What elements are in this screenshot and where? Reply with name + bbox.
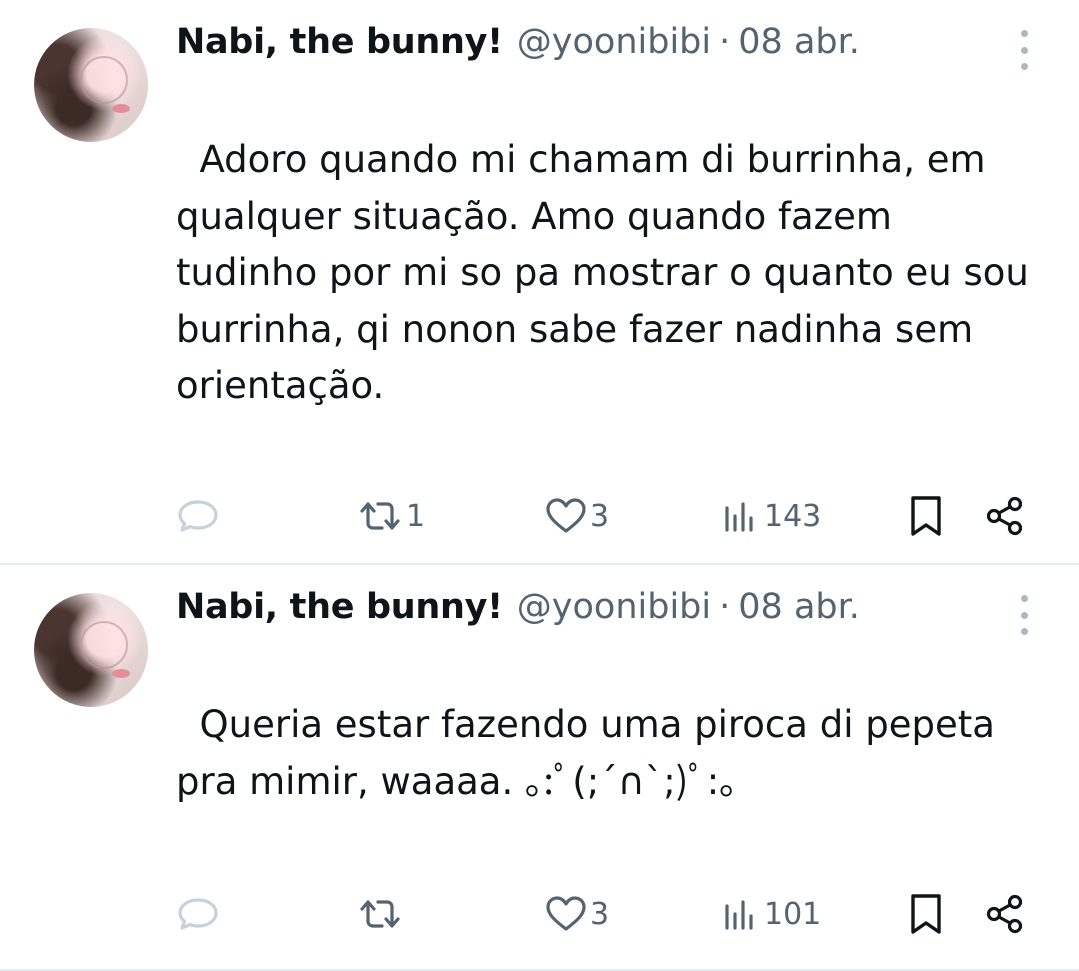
bookmark-button[interactable]: [906, 491, 946, 541]
tweet-text-line: tudinho por mi so pa mostrar o quanto eu…: [176, 251, 1029, 294]
author-name[interactable]: Nabi, the bunny!: [176, 22, 503, 62]
header-separator: ·: [719, 587, 731, 627]
views-count: 101: [764, 896, 822, 932]
tweet-text-line: Queria estar fazendo uma piroca di pepet…: [176, 703, 995, 746]
views-button[interactable]: 143: [722, 491, 821, 541]
share-button[interactable]: [984, 889, 1026, 939]
header-separator: ·: [719, 22, 731, 62]
avatar[interactable]: [34, 593, 148, 707]
tweet-actions: 3 101: [0, 889, 1079, 939]
retweet-icon: [360, 502, 400, 530]
tweet[interactable]: Nabi, the bunny! @yoonibibi · 08 abr. Qu…: [0, 565, 1079, 971]
avatar-lip-detail: [112, 104, 130, 113]
tweet-actions: 1 3 143: [0, 491, 1079, 541]
avatar-lip-detail: [112, 669, 130, 678]
author-handle[interactable]: @yoonibibi: [517, 22, 711, 62]
tweet[interactable]: Nabi, the bunny! @yoonibibi · 08 abr. Ad…: [0, 0, 1079, 565]
more-options-icon[interactable]: [1014, 30, 1034, 70]
views-chart-icon: [725, 502, 753, 532]
retweet-count: 1: [406, 498, 426, 534]
avatar[interactable]: [34, 28, 148, 142]
share-icon: [986, 894, 1023, 934]
views-chart-icon: [725, 900, 753, 930]
like-button[interactable]: 3: [544, 889, 609, 939]
author-name[interactable]: Nabi, the bunny!: [176, 587, 503, 627]
tweet-header: Nabi, the bunny! @yoonibibi · 08 abr.: [176, 22, 860, 72]
tweet-text: Queria estar fazendo uma piroca di pepet…: [176, 697, 1056, 810]
author-handle[interactable]: @yoonibibi: [517, 587, 711, 627]
tweet-text-line: burrinha, qi nonon sabe fazer nadinha se…: [176, 307, 974, 351]
share-icon: [986, 496, 1023, 536]
more-options-icon[interactable]: [1014, 595, 1034, 635]
tweet-text-line: Adoro quando mi chamam di burrinha, em: [176, 138, 986, 181]
tweet-date[interactable]: 08 abr.: [738, 587, 860, 627]
like-count: 3: [590, 896, 610, 932]
avatar-glasses-detail: [80, 56, 128, 104]
tweet-text-line: qualquer situação. Amo quando fazem: [176, 194, 892, 238]
like-count: 3: [590, 498, 610, 534]
reply-button[interactable]: [176, 889, 220, 939]
retweet-button[interactable]: 1: [356, 491, 425, 541]
bookmark-icon: [911, 894, 941, 934]
avatar-glasses-detail: [80, 621, 128, 669]
reply-button[interactable]: [176, 491, 220, 541]
heart-icon: [546, 498, 586, 533]
retweet-button[interactable]: [356, 889, 406, 939]
share-button[interactable]: [984, 491, 1026, 541]
tweet-date[interactable]: 08 abr.: [738, 22, 860, 62]
views-button[interactable]: 101: [722, 889, 821, 939]
like-button[interactable]: 3: [544, 491, 609, 541]
reply-icon: [178, 500, 218, 532]
tweet-text: Adoro quando mi chamam di burrinha, em q…: [176, 132, 1056, 415]
tweet-header: Nabi, the bunny! @yoonibibi · 08 abr.: [176, 587, 860, 637]
bookmark-button[interactable]: [906, 889, 946, 939]
views-count: 143: [764, 498, 822, 534]
heart-icon: [546, 896, 586, 931]
bookmark-icon: [911, 496, 941, 536]
tweet-text-line: orientação.: [176, 364, 385, 407]
tweet-text-line: pra mimir, waaaa. ｡:ﾟ(;´∩`;)ﾟ:｡: [176, 759, 738, 803]
retweet-icon: [360, 900, 400, 928]
reply-icon: [178, 898, 218, 930]
